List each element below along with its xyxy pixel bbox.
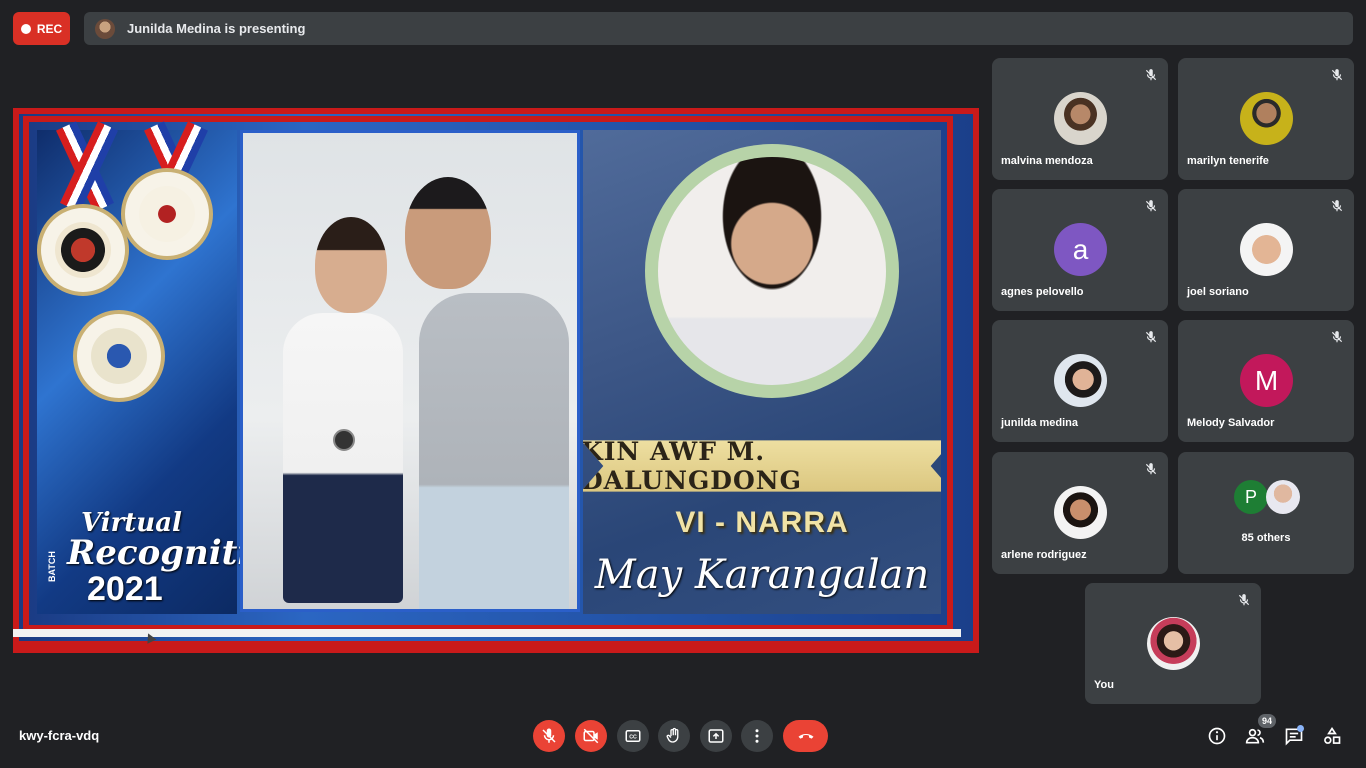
slide-right-panel: KIN AWF M. DALUNGDONG VI - NARRA May Kar… [583,130,941,614]
more-options-button[interactable] [741,720,773,752]
participant-name: agnes pelovello [1001,286,1084,298]
recording-indicator[interactable]: REC [13,12,70,45]
self-tile[interactable]: You [1085,583,1261,704]
presenter-avatar [95,18,115,39]
presentation-screen: Virtual Recognition 2021 BATCH KIN AWF M… [13,108,979,653]
participant-tile[interactable]: M Melody Salvador [1178,320,1354,442]
participant-tile[interactable]: junilda medina [992,320,1168,442]
medal-icon [333,429,355,451]
school-seal-center [139,186,195,242]
participant-avatar [1240,223,1293,276]
deped-seal [73,310,165,402]
section-text: VI - NARRA [675,506,849,539]
present-icon [708,729,724,743]
self-avatar [1147,617,1200,670]
camera-off-icon [583,728,599,744]
school-seal [121,168,213,260]
mic-off-icon [1331,200,1343,212]
mic-off-icon [1238,594,1250,606]
info-icon [1208,727,1226,745]
people-icon [1245,728,1265,744]
participant-avatar: M [1240,354,1293,407]
participant-name: arlene rodriguez [1001,549,1087,561]
captions-button[interactable]: CC [617,720,649,752]
mic-off-icon [1145,69,1157,81]
participant-tile[interactable]: arlene rodriguez [992,452,1168,574]
participant-avatar [1054,92,1107,145]
parent-head [405,177,491,289]
slide-left-panel: Virtual Recognition 2021 BATCH [37,121,298,614]
participant-avatar [1054,354,1107,407]
activities-icon [1324,726,1341,744]
deped-seal-center [91,328,147,384]
mic-toggle-button[interactable] [533,720,565,752]
honor-text: May Karangalan [594,552,930,598]
hand-icon [666,727,679,743]
participant-avatar [1054,486,1107,539]
mic-off-icon [1145,200,1157,212]
raise-hand-button[interactable] [658,720,690,752]
camera-toggle-button[interactable] [575,720,607,752]
participant-name: junilda medina [1001,417,1079,429]
student-portrait [658,157,886,385]
mic-off-icon [1331,69,1343,81]
activities-button[interactable] [1320,724,1344,748]
student-parent-photo [240,130,580,612]
student-body [283,313,403,603]
svg-text:CC: CC [629,734,637,740]
meeting-details-button[interactable] [1205,724,1229,748]
mic-off-icon [1145,463,1157,475]
mic-off-icon [542,728,556,743]
more-vert-icon [755,729,759,743]
self-name: You [1094,679,1114,691]
participant-tile[interactable]: malvina mendoza [992,58,1168,180]
participant-name: marilyn tenerife [1187,155,1269,167]
participant-tile[interactable]: a agnes pelovello [992,189,1168,311]
participant-avatar: a [1054,223,1107,276]
participant-name: joel soriano [1187,286,1249,298]
name-banner: KIN AWF M. DALUNGDONG [583,437,941,495]
others-tile[interactable]: P 85 others [1178,452,1354,574]
participant-avatar [1240,92,1293,145]
people-count-badge: 94 [1258,714,1276,728]
others-avatar-letter: P [1234,480,1268,514]
presenting-banner: Junilda Medina is presenting [84,12,1353,45]
mic-off-icon [1331,331,1343,343]
division-seal [37,204,129,296]
end-call-icon [798,733,813,739]
participant-tile[interactable]: marilyn tenerife [1178,58,1354,180]
record-dot-icon [20,23,31,34]
present-button[interactable] [700,720,732,752]
batch-text: BATCH [47,551,57,582]
others-count-label: 85 others [1241,532,1291,544]
captions-icon: CC [625,730,641,742]
leave-call-button[interactable] [783,720,828,752]
parent-body [419,293,569,609]
division-seal-center [55,222,111,278]
chat-notification-dot [1297,725,1304,732]
student-head [315,217,387,313]
student-name: KIN AWF M. DALUNGDONG [583,437,802,495]
meeting-code[interactable]: kwy-fcra-vdq [19,728,99,743]
mic-off-icon [1145,331,1157,343]
presenting-text: Junilda Medina is presenting [127,21,306,36]
participant-name: Melody Salvador [1187,417,1275,429]
rec-label: REC [36,21,63,36]
participant-name: malvina mendoza [1001,155,1093,167]
portrait-frame [645,144,899,398]
participant-tile[interactable]: joel soriano [1178,189,1354,311]
others-avatar-photo [1266,480,1300,514]
